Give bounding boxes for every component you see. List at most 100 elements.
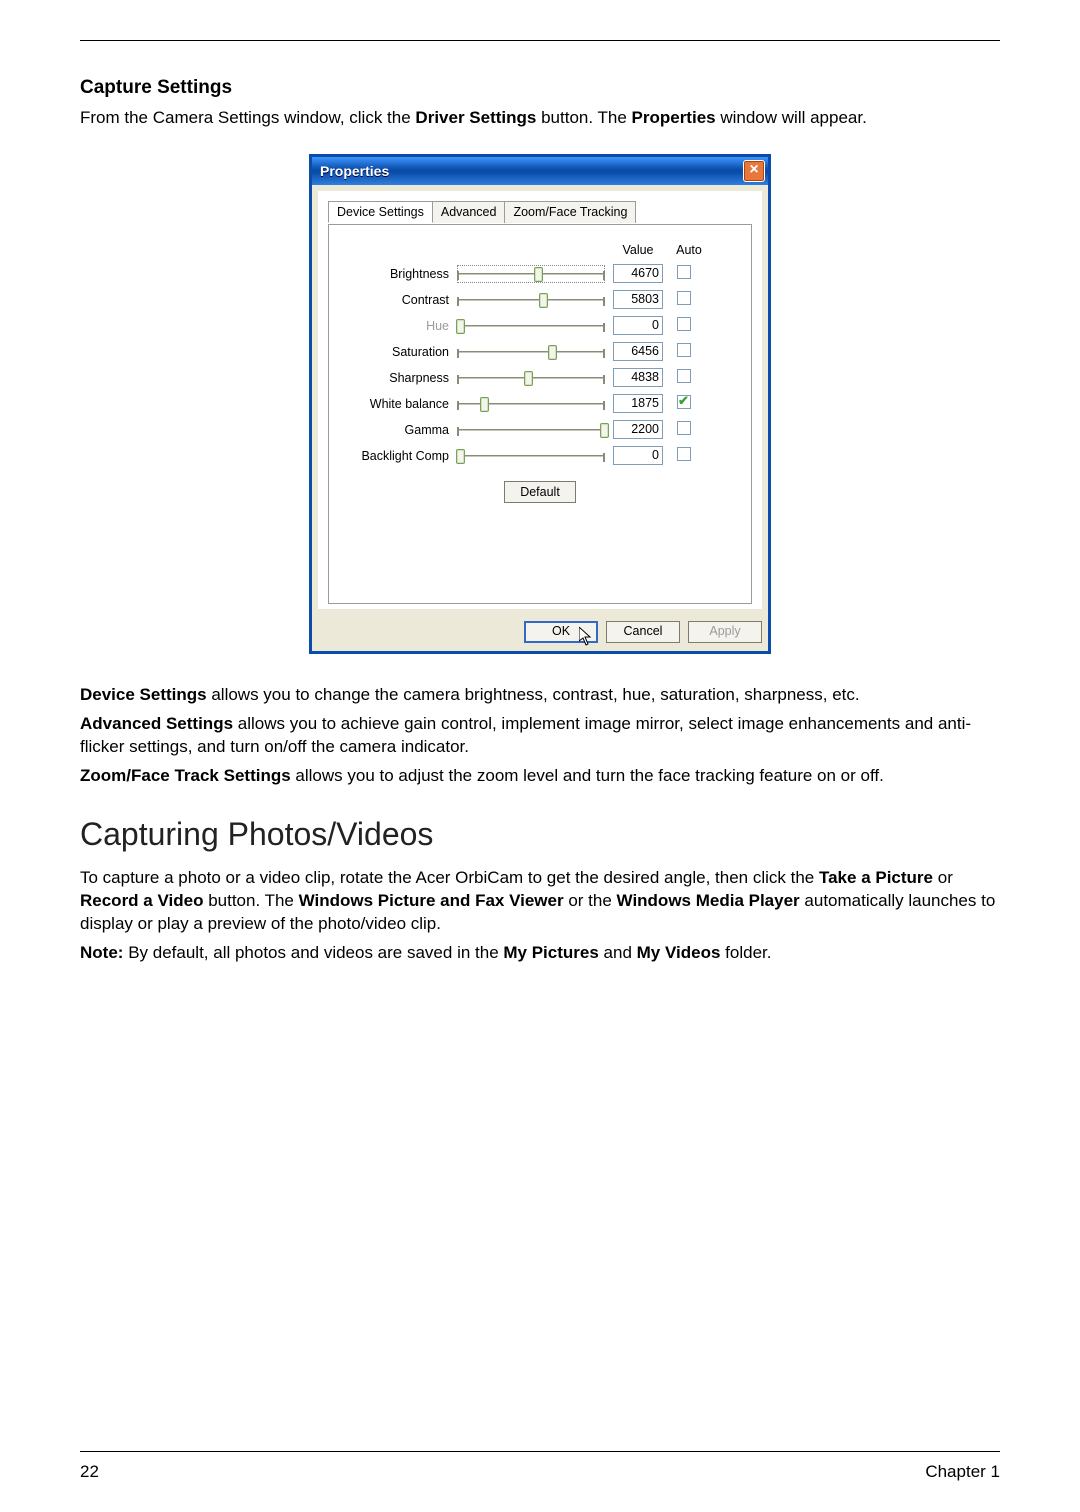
auto-checkbox[interactable] [677,447,691,461]
slider [457,317,605,335]
text-bold: Device Settings [80,685,207,704]
text: or the [568,891,616,910]
text: window will appear. [720,108,866,127]
setting-label: Saturation [343,345,449,359]
setting-label: White balance [343,397,449,411]
text: By default, all photos and videos are sa… [128,943,503,962]
value-box: 6456 [613,342,663,361]
value-box: 0 [613,316,663,335]
setting-label: Sharpness [343,371,449,385]
text: and [604,943,637,962]
value-box: 0 [613,446,663,465]
text-bold: My Pictures [503,943,598,962]
auto-checkbox[interactable] [677,291,691,305]
text-bold: Record a Video [80,891,203,910]
slider[interactable] [457,343,605,361]
auto-checkbox[interactable] [677,343,691,357]
text: button. The [208,891,298,910]
slider-thumb[interactable] [456,449,465,464]
default-button[interactable]: Default [504,481,576,503]
text-bold: Windows Media Player [617,891,800,910]
tab-body: Value Auto Brightness 4670 Contrast 5803 Hue… [328,224,752,604]
ok-button[interactable]: OK [524,621,598,643]
tab-zoom-face-tracking[interactable]: Zoom/Face Tracking [504,201,636,223]
value-box: 1875 [613,394,663,413]
properties-window: Properties × Device Settings Advanced Zo… [309,154,771,654]
auto-checkbox[interactable] [677,395,691,409]
text-bold: Advanced Settings [80,714,233,733]
value-box: 4838 [613,368,663,387]
slider[interactable] [457,395,605,413]
slider-thumb[interactable] [524,371,533,386]
text-bold: Note: [80,943,123,962]
text-bold: Windows Picture and Fax Viewer [299,891,564,910]
setting-label: Hue [343,319,449,333]
auto-checkbox[interactable] [677,317,691,331]
client-area: Device Settings Advanced Zoom/Face Track… [318,191,762,609]
cancel-button[interactable]: Cancel [606,621,680,643]
slider[interactable] [457,369,605,387]
slider[interactable] [457,447,605,465]
text: To capture a photo or a video clip, rota… [80,868,819,887]
para-capturing: To capture a photo or a video clip, rota… [80,867,1000,936]
column-headers: Value Auto [343,243,737,257]
text-bold: My Videos [637,943,721,962]
ok-label: OK [552,624,570,638]
text-bold: Zoom/Face Track Settings [80,766,291,785]
auto-checkbox[interactable] [677,265,691,279]
titlebar[interactable]: Properties × [312,157,768,185]
setting-label: Contrast [343,293,449,307]
setting-label: Brightness [343,267,449,281]
setting-row-contrast: Contrast 5803 [343,289,737,311]
chapter-label: Chapter 1 [925,1462,1000,1482]
setting-row-brightness: Brightness 4670 [343,263,737,285]
slider-thumb[interactable] [539,293,548,308]
top-rule [80,40,1000,41]
text: From the Camera Settings window, click t… [80,108,415,127]
setting-row-hue: Hue 0 [343,315,737,337]
slider-thumb[interactable] [534,267,543,282]
tab-strip: Device Settings Advanced Zoom/Face Track… [328,201,752,223]
slider[interactable] [457,265,605,283]
slider-thumb[interactable] [480,397,489,412]
slider[interactable] [457,421,605,439]
apply-button: Apply [688,621,762,643]
value-box: 5803 [613,290,663,309]
text: or [938,868,953,887]
tab-advanced[interactable]: Advanced [432,201,506,223]
dialog-buttons: OK Cancel Apply [312,615,768,651]
setting-row-gamma: Gamma2200 [343,419,737,441]
setting-row-saturation: Saturation 6456 [343,341,737,363]
setting-row-sharpness: Sharpness 4838 [343,367,737,389]
slider-thumb [456,319,465,334]
cursor-icon [579,627,595,646]
section-intro: From the Camera Settings window, click t… [80,107,1000,130]
auto-checkbox[interactable] [677,421,691,435]
setting-label: Backlight Comp [343,449,449,463]
text-bold: Driver Settings [415,108,536,127]
auto-checkbox[interactable] [677,369,691,383]
text-bold: Properties [632,108,716,127]
para-zoom-face-track: Zoom/Face Track Settings allows you to a… [80,765,1000,788]
setting-row-backlight-comp: Backlight Comp 0 [343,445,737,467]
text: button. The [541,108,631,127]
close-icon[interactable]: × [743,160,765,182]
value-box: 2200 [613,420,663,439]
window-title: Properties [320,163,389,179]
text: folder. [725,943,771,962]
text: allows you to change the camera brightne… [211,685,859,704]
page-number: 22 [80,1462,99,1482]
slider-thumb[interactable] [600,423,609,438]
setting-row-white-balance: White balance 1875 [343,393,737,415]
slider-thumb[interactable] [548,345,557,360]
text-bold: Take a Picture [819,868,933,887]
tab-device-settings[interactable]: Device Settings [328,201,433,223]
value-box: 4670 [613,264,663,283]
bottom-rule [80,1451,1000,1452]
heading-capturing: Capturing Photos/Videos [80,816,1000,853]
header-auto: Auto [671,243,707,257]
slider[interactable] [457,291,605,309]
para-advanced-settings: Advanced Settings allows you to achieve … [80,713,1000,759]
para-device-settings: Device Settings allows you to change the… [80,684,1000,707]
text: allows you to adjust the zoom level and … [295,766,883,785]
